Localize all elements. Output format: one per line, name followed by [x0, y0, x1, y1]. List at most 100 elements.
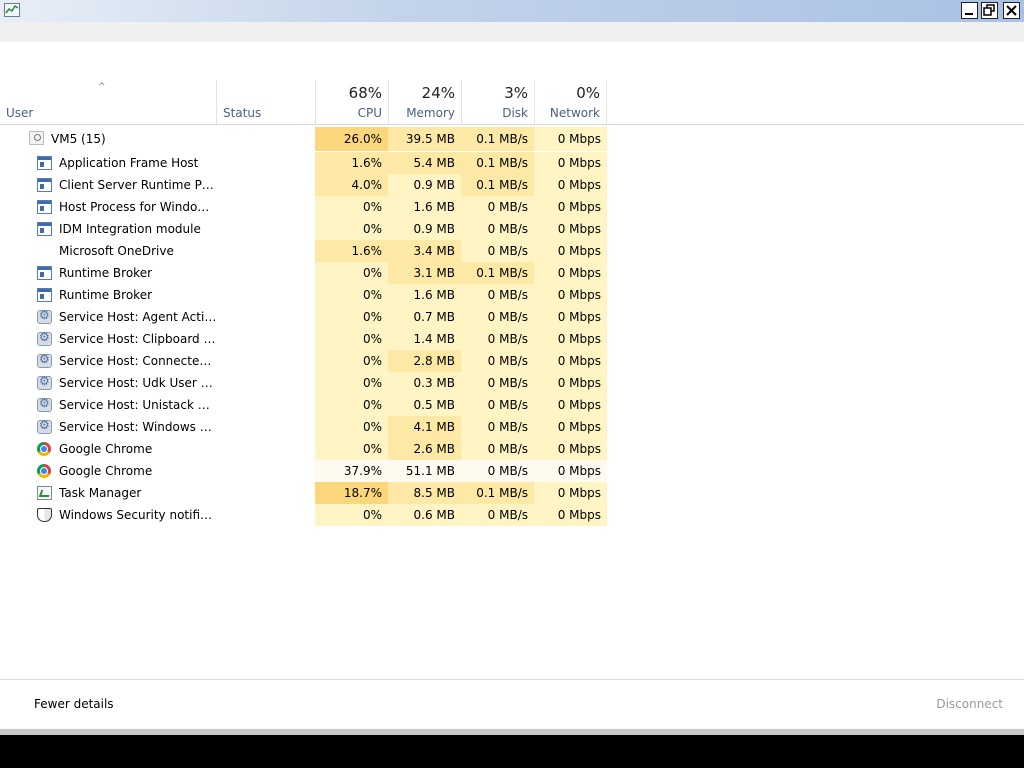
process-row[interactable]: IDM Integration module 0% 0.9 MB 0 MB/s 0 Mb… [0, 218, 1024, 240]
task-manager-icon [37, 486, 52, 500]
window-icon [37, 288, 52, 302]
process-name: Service Host: Udk User Ser... [59, 376, 217, 390]
column-network[interactable]: 0% Network [534, 80, 607, 124]
network-cell: 0 Mbps [534, 504, 607, 526]
disk-cell: 0 MB/s [461, 284, 534, 306]
close-button[interactable] [1003, 2, 1020, 19]
minimize-icon [965, 13, 973, 15]
memory-cell: 0.9 MB [388, 174, 461, 196]
process-row[interactable]: Host Process for Windows ... 0% 1.6 MB 0 MB… [0, 196, 1024, 218]
process-row[interactable]: Microsoft OneDrive 1.6% 3.4 MB 0 MB/s 0 Mbps [0, 240, 1024, 262]
minimize-button[interactable] [961, 2, 978, 19]
process-row[interactable]: Windows Security notificat... 0% 0.6 MB 0 M… [0, 504, 1024, 526]
column-cpu-label: CPU [357, 106, 382, 120]
user-icon [29, 131, 44, 145]
cpu-cell: 0% [315, 372, 388, 394]
disk-cell: 0.1 MB/s [461, 174, 534, 196]
cpu-cell: 0% [315, 438, 388, 460]
network-cell: 0 Mbps [534, 240, 607, 262]
title-bar [0, 0, 1024, 22]
process-row[interactable]: Service Host: Agent Activa...0%0.7 MB0 M… [0, 306, 1024, 328]
window-icon [37, 266, 52, 280]
process-name: Application Frame Host [59, 156, 199, 170]
restore-icon [983, 4, 995, 16]
chrome-icon [37, 464, 51, 478]
disk-cell: 0 MB/s [461, 438, 534, 460]
process-row[interactable]: Client Server Runtime Proc... 4.0% 0.9 MB 0… [0, 174, 1024, 196]
window-icon [37, 200, 52, 214]
process-row[interactable]: Runtime Broker 0% 3.1 MB 0.1 MB/s 0 Mbps [0, 262, 1024, 284]
footer: Fewer details Disconnect [0, 679, 1024, 730]
disk-cell: 0 MB/s [461, 350, 534, 372]
process-row[interactable]: Task Manager 18.7% 8.5 MB 0.1 MB/s 0 Mbps [0, 482, 1024, 504]
column-memory-label: Memory [406, 106, 455, 120]
column-disk[interactable]: 3% Disk [461, 80, 534, 124]
restore-button[interactable] [981, 2, 998, 19]
disk-cell: 0 MB/s [461, 240, 534, 262]
cpu-cell: 1.6% [315, 240, 388, 262]
desktop-strip [0, 735, 1024, 768]
process-name: Service Host: Windows Pus... [59, 420, 217, 434]
process-name: Runtime Broker [59, 266, 153, 280]
chrome-icon [37, 442, 51, 456]
cpu-cell: 0% [315, 218, 388, 240]
gear-icon [37, 374, 52, 390]
column-cpu[interactable]: 68% CPU [315, 80, 388, 124]
gear-icon [37, 308, 52, 324]
process-row[interactable]: Service Host: Connected D... 0%2.8 MB0 MB… [0, 350, 1024, 372]
cpu-cell: 0% [315, 394, 388, 416]
process-row[interactable]: Service Host: Windows Pus... 0%4.1 MB0 MB… [0, 416, 1024, 438]
memory-total-percent: 24% [421, 84, 455, 102]
cpu-cell: 0% [315, 504, 388, 526]
process-row[interactable]: Service Host: Udk User Ser...0%0.3 MB0 M… [0, 372, 1024, 394]
network-cell: 0 Mbps [534, 394, 607, 416]
gear-icon [37, 418, 52, 434]
process-row[interactable]: Application Frame Host 1.6% 5.4 MB 0.1 MB/s… [0, 152, 1024, 174]
memory-cell: 3.1 MB [388, 262, 461, 284]
process-name: Service Host: Clipboard Us... [59, 332, 217, 346]
column-header: ^ User Status 68% CPU 24% Memory 3% Disk… [0, 80, 1024, 125]
column-memory[interactable]: 24% Memory [388, 80, 461, 124]
disk-cell: 0 MB/s [461, 504, 534, 526]
disk-total-percent: 3% [504, 84, 528, 102]
network-cell: 0 Mbps [534, 218, 607, 240]
gear-icon [37, 396, 52, 412]
disk-cell: 0 MB/s [461, 460, 534, 482]
network-cell: 0 Mbps [534, 284, 607, 306]
disk-cell: 0 MB/s [461, 196, 534, 218]
cpu-cell: 1.6% [315, 152, 388, 174]
fewer-details-button[interactable]: Fewer details [34, 697, 114, 711]
process-row[interactable]: Google Chrome 0% 2.6 MB 0 MB/s 0 Mbps [0, 438, 1024, 460]
disk-cell: 0 MB/s [461, 328, 534, 350]
network-total-percent: 0% [576, 84, 600, 102]
process-name: Service Host: Unistack Serv... [59, 398, 217, 412]
window-icon [37, 156, 52, 170]
cpu-cell: 0% [315, 262, 388, 284]
process-name: Host Process for Windows ... [59, 200, 217, 214]
column-user[interactable]: ^ User [0, 80, 216, 124]
process-row[interactable]: Service Host: Clipboard Us...0%1.4 MB0 M… [0, 328, 1024, 350]
process-row[interactable]: Service Host: Unistack Serv...0%0.5 MB0 … [0, 394, 1024, 416]
memory-cell: 8.5 MB [388, 482, 461, 504]
memory-cell: 0.3 MB [388, 372, 461, 394]
memory-cell: 2.8 MB [388, 350, 461, 372]
network-cell: 0 Mbps [534, 416, 607, 438]
process-row[interactable]: Runtime Broker 0% 1.6 MB 0 MB/s 0 Mbps [0, 284, 1024, 306]
network-cell: 0 Mbps [534, 262, 607, 284]
disk-cell: 0.1 MB/s [461, 127, 534, 151]
user-group-row[interactable]: VM5 (15) 26.0% 39.5 MB 0.1 MB/s 0 Mbps [0, 127, 1024, 151]
memory-cell: 39.5 MB [388, 127, 461, 151]
memory-cell: 1.4 MB [388, 328, 461, 350]
memory-cell: 0.7 MB [388, 306, 461, 328]
disk-cell: 0 MB/s [461, 306, 534, 328]
memory-cell: 51.1 MB [388, 460, 461, 482]
disconnect-button[interactable]: Disconnect [936, 697, 1003, 711]
network-cell: 0 Mbps [534, 350, 607, 372]
cpu-cell: 26.0% [315, 127, 388, 151]
network-cell: 0 Mbps [534, 174, 607, 196]
column-status[interactable]: Status [216, 80, 315, 124]
memory-cell: 0.9 MB [388, 218, 461, 240]
network-cell: 0 Mbps [534, 306, 607, 328]
process-row[interactable]: Google Chrome 37.9% 51.1 MB 0 MB/s 0 Mbps [0, 460, 1024, 482]
network-cell: 0 Mbps [534, 460, 607, 482]
